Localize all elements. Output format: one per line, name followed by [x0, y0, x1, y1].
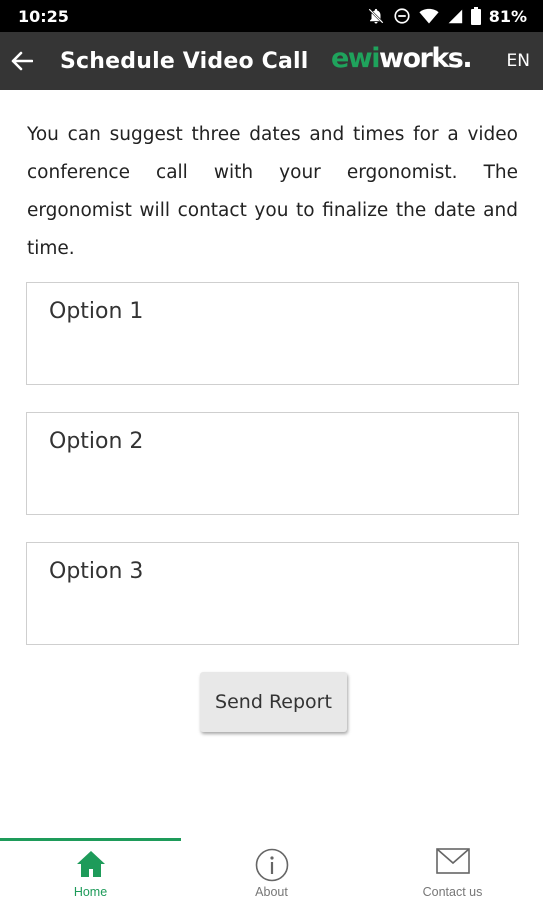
send-report-button[interactable]: Send Report — [200, 672, 347, 732]
language-selector[interactable]: EN — [507, 51, 530, 71]
cell-signal-icon — [447, 7, 463, 25]
back-button[interactable] — [0, 32, 44, 90]
nav-item-home[interactable]: Home — [0, 838, 181, 900]
do-not-disturb-icon — [393, 7, 411, 25]
intro-text: You can suggest three dates and times fo… — [27, 124, 518, 259]
nav-label-home: Home — [73, 885, 108, 899]
status-icons: 81% — [367, 7, 527, 26]
battery-percent: 81% — [488, 6, 527, 26]
option-1-field[interactable]: Option 1 — [26, 282, 519, 385]
nav-label-about: About — [255, 885, 288, 899]
brand-logo: ewiworks. — [331, 43, 473, 74]
option-3-field[interactable]: Option 3 — [26, 542, 519, 645]
nav-item-contact[interactable]: Contact us — [362, 838, 543, 900]
option-2-field[interactable]: Option 2 — [26, 412, 519, 515]
mail-icon — [435, 848, 470, 874]
page-title: Schedule Video Call — [60, 48, 309, 74]
nav-item-about[interactable]: About — [181, 838, 362, 900]
app-bar: Schedule Video Call ewiworks. EN — [0, 32, 543, 90]
status-time: 10:25 — [18, 6, 69, 26]
status-bar: 10:25 81% — [0, 0, 543, 32]
back-arrow-icon — [11, 51, 33, 71]
bottom-nav: Home About Contact us — [0, 838, 543, 900]
notifications-off-icon — [367, 7, 385, 25]
wifi-icon — [419, 7, 439, 25]
home-icon — [76, 851, 105, 877]
info-icon — [255, 848, 288, 882]
nav-label-contact: Contact us — [422, 885, 483, 899]
battery-icon — [470, 7, 481, 25]
